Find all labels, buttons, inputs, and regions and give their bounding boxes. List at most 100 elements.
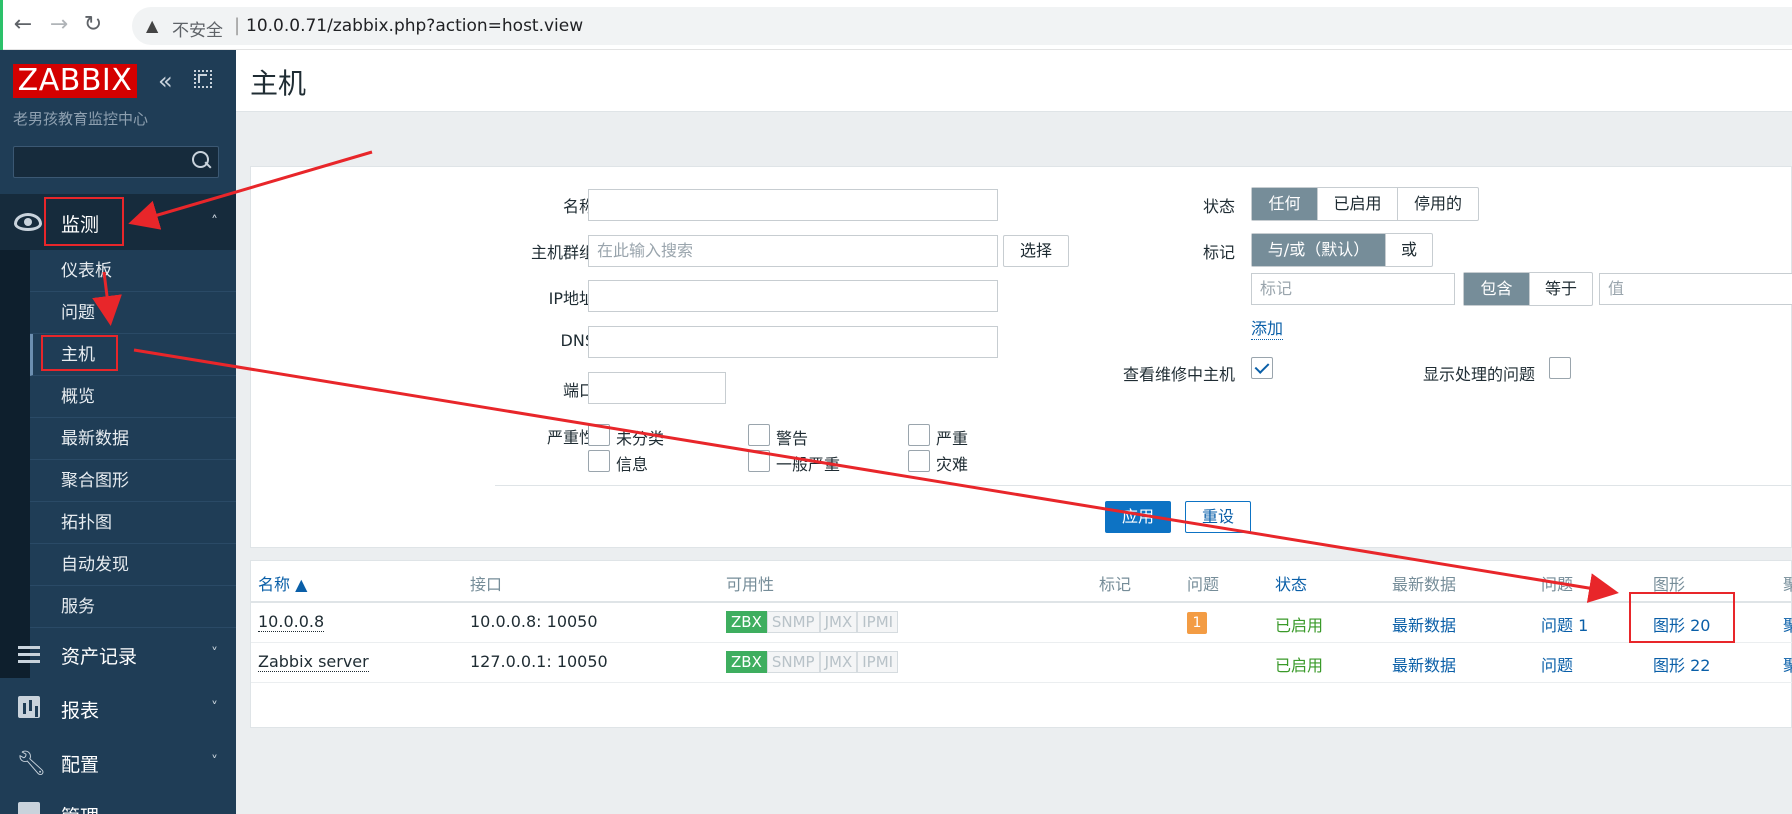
submenu-item-discovery[interactable]: 自动发现 [30, 544, 236, 586]
forward-icon[interactable]: → [46, 12, 72, 38]
column-header-tags: 标记 [1099, 575, 1132, 594]
menu-administration[interactable]: 管理 [0, 790, 236, 814]
apply-button[interactable]: 应用 [1105, 501, 1171, 533]
chevron-up-icon: ˄ [211, 214, 218, 230]
table-header-line [251, 601, 1792, 603]
host-group-input[interactable]: 在此输入搜索 [588, 235, 998, 267]
chevron-down-icon: ˅ [211, 700, 218, 716]
reload-icon[interactable]: ↻ [80, 12, 106, 38]
tag-op-or[interactable]: 或 [1386, 234, 1432, 266]
snmp-badge: SNMP [766, 651, 820, 673]
row1-interface: 10.0.0.8: 10050 [470, 612, 598, 631]
suppressed-label: 显示处理的问题 [1422, 365, 1535, 384]
column-header-problems: 问题 [1187, 575, 1220, 594]
severity-checkbox-disaster[interactable] [908, 450, 930, 472]
severity-information-label: 信息 [616, 455, 649, 474]
suppressed-checkbox[interactable] [1549, 357, 1571, 379]
row1-latest-data-link[interactable]: 最新数据 [1392, 612, 1456, 636]
ipmi-badge: IPMI [857, 651, 899, 673]
sidebar-search-input[interactable] [13, 146, 219, 178]
tag-name-input[interactable]: 标记 [1251, 273, 1455, 305]
column-header-availability: 可用性 [726, 575, 775, 594]
zbx-badge: ZBX [726, 651, 767, 673]
ip-input[interactable] [588, 280, 998, 312]
warning-icon[interactable]: ▲ [146, 16, 158, 35]
name-label: 名称 [562, 197, 595, 216]
url-text[interactable]: 10.0.0.71/zabbix.php?action=host.view [246, 16, 583, 36]
back-icon[interactable]: ← [10, 12, 36, 38]
dns-input[interactable] [588, 326, 998, 358]
snmp-badge: SNMP [766, 611, 820, 633]
row2-status[interactable]: 已启用 [1275, 652, 1323, 676]
row1-host-name[interactable]: 10.0.0.8 [258, 612, 325, 632]
search-icon[interactable] [192, 151, 212, 173]
dns-label: DNS [560, 331, 595, 350]
select-group-button[interactable]: 选择 [1003, 235, 1069, 267]
row1-screens-link[interactable]: 聚 [1783, 612, 1792, 636]
severity-not-classified-label: 未分类 [616, 429, 665, 448]
submenu-item-dashboard[interactable]: 仪表板 [30, 250, 236, 292]
status-segmented-control: 任何 已启用 停用的 [1251, 187, 1479, 221]
severity-checkbox-information[interactable] [588, 450, 610, 472]
tag-op-and-or[interactable]: 与/或（默认） [1252, 234, 1386, 266]
insecure-label[interactable]: 不安全 [172, 16, 223, 41]
row2-latest-data-link[interactable]: 最新数据 [1392, 652, 1456, 676]
port-input[interactable] [588, 372, 726, 404]
column-header-interface: 接口 [470, 575, 503, 594]
hosts-table: 名称 ▲ 接口 可用性 标记 问题 状态 最新数据 问题 图形 聚 10.0.0… [250, 560, 1792, 728]
row2-graphs-link[interactable]: 图形 22 [1653, 652, 1710, 676]
status-option-disabled[interactable]: 停用的 [1398, 188, 1478, 220]
host-group-label: 主机群组 [530, 243, 595, 262]
severity-checkbox-average[interactable] [748, 450, 770, 472]
address-bar[interactable]: ▲ 不安全 | 10.0.0.71/zabbix.php?action=host… [132, 7, 1792, 45]
severity-average-label: 一般严重 [776, 455, 841, 474]
zabbix-logo[interactable]: ZABBIX [13, 64, 137, 98]
severity-high-label: 严重 [936, 429, 969, 448]
ipmi-badge: IPMI [857, 611, 899, 633]
monitoring-submenu: 仪表板 问题 主机 概览 最新数据 聚合图形 拓扑图 自动发现 服务 [30, 250, 236, 628]
column-header-screens: 聚 [1783, 575, 1792, 594]
add-tag-link[interactable]: 添加 [1251, 315, 1284, 340]
menu-inventory[interactable]: 资产记录 ˅ [0, 628, 236, 682]
row1-problems-link[interactable]: 问题 1 [1541, 612, 1588, 636]
chevron-down-icon: ˅ [211, 754, 218, 770]
port-label: 端口 [562, 381, 595, 400]
submenu-item-latest-data[interactable]: 最新数据 [30, 418, 236, 460]
maintenance-label: 查看维修中主机 [1122, 365, 1235, 384]
status-option-enabled[interactable]: 已启用 [1318, 188, 1398, 220]
status-label: 状态 [1202, 197, 1235, 216]
row1-status[interactable]: 已启用 [1275, 612, 1323, 636]
submenu-item-problems[interactable]: 问题 [30, 292, 236, 334]
row1-problem-count-badge[interactable]: 1 [1187, 612, 1207, 634]
bar-chart-icon [18, 696, 40, 718]
page-title: 主机 [250, 67, 307, 100]
maintenance-checkbox[interactable] [1251, 357, 1273, 379]
column-header-status[interactable]: 状态 [1275, 571, 1307, 595]
reset-button[interactable]: 重设 [1185, 501, 1251, 533]
status-option-any[interactable]: 任何 [1252, 188, 1318, 220]
submenu-item-maps[interactable]: 拓扑图 [30, 502, 236, 544]
menu-configuration-label: 配置 [61, 754, 100, 776]
severity-checkbox-not-classified[interactable] [588, 424, 610, 446]
menu-configuration[interactable]: 🔧︎ 配置 ˅ [0, 736, 236, 790]
menu-inventory-label: 资产记录 [61, 646, 138, 668]
severity-checkbox-warning[interactable] [748, 424, 770, 446]
submenu-item-services[interactable]: 服务 [30, 586, 236, 628]
row2-host-name[interactable]: Zabbix server [258, 652, 369, 672]
name-input[interactable] [588, 189, 998, 221]
row2-screens-link[interactable]: 聚 [1783, 652, 1792, 676]
browser-toolbar: ← → ↻ ▲ 不安全 | 10.0.0.71/zabbix.php?actio… [0, 0, 1792, 50]
menu-reports[interactable]: 报表 ˅ [0, 682, 236, 736]
collapse-sidebar-icon[interactable]: « [158, 67, 173, 95]
tag-value-input[interactable]: 值 [1599, 273, 1792, 305]
column-header-name[interactable]: 名称 ▲ [258, 571, 307, 595]
submenu-item-overview[interactable]: 概览 [30, 376, 236, 418]
severity-checkbox-high[interactable] [908, 424, 930, 446]
tag-match-equals[interactable]: 等于 [1530, 273, 1592, 305]
tag-operator-control: 与/或（默认） 或 [1251, 233, 1433, 267]
row2-problems-link[interactable]: 问题 [1541, 652, 1573, 676]
filter-divider [495, 485, 1792, 486]
kiosk-mode-icon[interactable] [194, 70, 212, 88]
submenu-item-screens[interactable]: 聚合图形 [30, 460, 236, 502]
tag-match-contains[interactable]: 包含 [1464, 273, 1530, 305]
